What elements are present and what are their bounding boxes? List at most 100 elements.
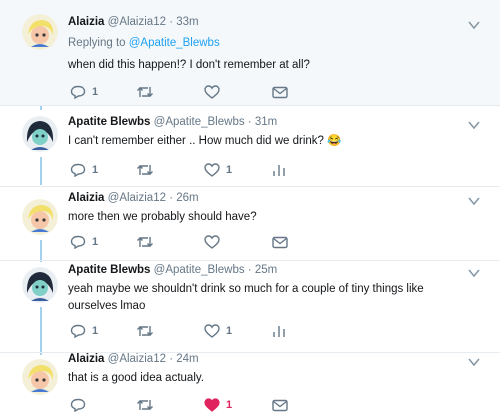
reply-icon (70, 85, 86, 99)
reply-icon (70, 163, 86, 177)
like-count: 1 (226, 399, 233, 411)
analytics-icon (273, 326, 285, 337)
heart-icon (204, 85, 220, 99)
reply-count: 1 (92, 325, 99, 337)
tweet-header: Apatite Blewbs @Apatite_Blewbs · 31m (68, 116, 277, 128)
user-handle[interactable]: @Apatite_Blewbs (154, 264, 245, 276)
avatar[interactable] (22, 116, 58, 152)
heart-icon (204, 163, 220, 177)
reply-button[interactable]: 1 (70, 323, 98, 339)
tweet-text: when did this happen!? I don't remember … (68, 59, 310, 71)
retweet-button[interactable] (136, 234, 154, 250)
tweet[interactable]: Apatite Blewbs @Apatite_Blewbs · 25m yea… (0, 261, 500, 353)
avatar[interactable] (22, 267, 58, 303)
direct-message-button[interactable] (272, 84, 288, 100)
retweet-icon (137, 400, 153, 410)
caret-down-icon[interactable] (468, 196, 480, 206)
user-handle[interactable]: @Alaizia12 (108, 16, 166, 28)
retweet-button[interactable] (136, 397, 154, 413)
avatar[interactable] (22, 14, 58, 50)
like-button[interactable] (204, 84, 226, 100)
tweet-actions: 1 (68, 84, 328, 100)
retweet-button[interactable] (136, 162, 154, 178)
tweet-header: Alaizia @Alaizia12 · 33m (68, 16, 199, 28)
reply-count: 1 (92, 164, 99, 176)
timestamp[interactable]: 31m (255, 116, 277, 128)
like-button[interactable] (204, 234, 226, 250)
reply-icon (70, 398, 86, 412)
user-handle[interactable]: @Alaizia12 (108, 353, 166, 365)
retweet-button[interactable] (136, 323, 154, 339)
tweet-text: yeah maybe we shouldn't drink so much fo… (68, 283, 424, 312)
tweet[interactable]: Alaizia @Alaizia12 · 26m more then we pr… (0, 187, 500, 261)
tweet[interactable]: Alaizia @Alaizia12 · 24m that is a good … (0, 353, 500, 418)
tweet-actions: 1 (68, 397, 328, 413)
reply-button[interactable] (70, 397, 92, 413)
timestamp[interactable]: 24m (176, 353, 198, 365)
tweet[interactable]: Apatite Blewbs @Apatite_Blewbs · 31m I c… (0, 106, 500, 187)
tweet-actions: 1 1 (68, 162, 328, 178)
caret-down-icon[interactable] (468, 357, 480, 367)
separator: · (169, 16, 174, 28)
separator: · (169, 353, 174, 365)
reply-icon (70, 324, 86, 338)
direct-message-button[interactable] (272, 234, 288, 250)
retweet-icon (137, 237, 153, 247)
tweet-text: that is a good idea actualy. (68, 372, 204, 384)
tweet-actions: 1 1 (68, 323, 328, 339)
avatar[interactable] (22, 199, 58, 235)
retweet-icon (137, 165, 153, 175)
tweet-header: Alaizia @Alaizia12 · 24m (68, 353, 199, 365)
tweet[interactable]: Alaizia @Alaizia12 · 33m Replying to @Ap… (0, 0, 500, 106)
display-name[interactable]: Alaizia (68, 16, 104, 28)
analytics-button[interactable] (272, 162, 286, 178)
tweet-actions: 1 (68, 234, 328, 250)
reply-button[interactable]: 1 (70, 162, 98, 178)
display-name[interactable]: Apatite Blewbs (68, 264, 150, 276)
tweet-header: Apatite Blewbs @Apatite_Blewbs · 25m (68, 264, 277, 276)
replying-to: Replying to @Apatite_Blewbs (68, 37, 220, 49)
display-name[interactable]: Apatite Blewbs (68, 116, 150, 128)
like-button[interactable]: 1 (204, 323, 232, 339)
envelope-icon (272, 399, 288, 411)
like-button[interactable]: 1 (204, 397, 232, 413)
reply-icon (70, 235, 86, 249)
retweet-icon (137, 326, 153, 336)
like-count: 1 (226, 325, 233, 337)
separator: · (247, 264, 252, 276)
caret-down-icon[interactable] (468, 268, 480, 278)
envelope-icon (272, 236, 288, 248)
reply-button[interactable]: 1 (70, 84, 98, 100)
reply-count: 1 (92, 86, 99, 98)
replying-to-link[interactable]: @Apatite_Blewbs (129, 37, 220, 49)
retweet-icon (137, 87, 153, 97)
separator: · (169, 192, 174, 204)
retweet-button[interactable] (136, 84, 154, 100)
user-handle[interactable]: @Alaizia12 (108, 192, 166, 204)
timestamp[interactable]: 25m (255, 264, 277, 276)
heart-icon (204, 324, 220, 338)
analytics-icon (273, 165, 285, 176)
like-button[interactable]: 1 (204, 162, 232, 178)
reply-count: 1 (92, 236, 99, 248)
reply-button[interactable]: 1 (70, 234, 98, 250)
tweet-header: Alaizia @Alaizia12 · 26m (68, 192, 199, 204)
caret-down-icon[interactable] (468, 120, 480, 130)
analytics-button[interactable] (272, 323, 286, 339)
display-name[interactable]: Alaizia (68, 192, 104, 204)
tweet-text: more then we probably should have? (68, 211, 257, 223)
heart-filled-icon (204, 398, 220, 412)
user-handle[interactable]: @Apatite_Blewbs (154, 116, 245, 128)
tweet-text: I can't remember either .. How much did … (68, 135, 342, 147)
direct-message-button[interactable] (272, 397, 288, 413)
display-name[interactable]: Alaizia (68, 353, 104, 365)
replying-prefix: Replying to (68, 37, 126, 49)
timestamp[interactable]: 26m (176, 192, 198, 204)
caret-down-icon[interactable] (468, 20, 480, 30)
timestamp[interactable]: 33m (176, 16, 198, 28)
avatar[interactable] (22, 359, 58, 395)
separator: · (247, 116, 252, 128)
envelope-icon (272, 86, 288, 98)
like-count: 1 (226, 164, 233, 176)
heart-icon (204, 235, 220, 249)
